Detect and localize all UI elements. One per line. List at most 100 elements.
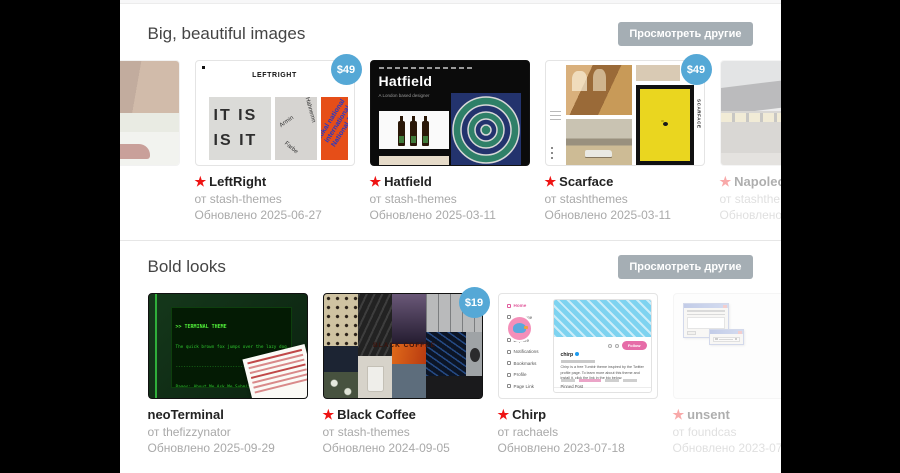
window-photo	[119, 113, 179, 165]
top-divider-strip	[119, 0, 781, 4]
star-icon: ★	[322, 407, 335, 422]
star-icon: ★	[672, 407, 685, 422]
theme-title: neoTerminal	[147, 407, 224, 422]
theme-author: от stashthemes	[544, 192, 628, 206]
theme-title: ★ Black Coffee	[322, 407, 416, 422]
theme-updated: Обновлено 2023-07-18	[497, 441, 625, 455]
theme-thumbnail: LEFTRIGHT IT IS IS IT Armin Hahnemn Farb…	[194, 60, 355, 166]
interior-photo	[119, 61, 179, 113]
profile-meta-row	[560, 379, 646, 382]
interior-photo	[565, 65, 632, 115]
theme-thumbnail: BLACK COFFEE	[322, 293, 483, 399]
theme-meta: ★ Hatfield от stash-themes Обновлено 2025…	[370, 174, 530, 222]
glass-tile	[357, 356, 392, 398]
preview-sidebar-menu: Home Message Submit Explore Notification…	[499, 300, 551, 392]
rotated-words-panel: Armin Hahnemn Farbe	[274, 97, 317, 160]
theme-card-hatfield[interactable]: Hatfield A London based designer ★ Hatfi…	[369, 60, 530, 222]
section-title: Big, beautiful images	[147, 24, 306, 43]
theme-author: от stash-themes	[322, 425, 410, 439]
preview-nav-links	[378, 67, 475, 69]
theme-author: от stashthem	[719, 192, 781, 206]
theme-meta: ★Napoleon от stashthem Обновлено 2	[720, 174, 781, 222]
follow-button: Follow	[621, 341, 647, 350]
partial-photo	[378, 156, 449, 165]
ground	[720, 152, 781, 165]
menu-item-page-link: Page Link	[506, 381, 551, 393]
dark-tile	[425, 376, 482, 398]
theme-card-partial-left[interactable]	[119, 60, 180, 222]
tiny-text-lines	[549, 111, 561, 123]
mouse-tile	[465, 332, 482, 376]
dot-mark	[201, 66, 205, 69]
theme-updated: Обновлено 2025-03-11	[369, 208, 496, 222]
star-icon: ★	[194, 174, 207, 189]
link-icon	[506, 384, 511, 389]
price-badge: $19	[458, 287, 490, 318]
house-roof	[720, 66, 781, 117]
theme-title: ★ Scarface	[544, 174, 614, 189]
view-more-button[interactable]: Просмотреть другие	[618, 255, 753, 279]
theme-title: ★ unsent	[672, 407, 730, 422]
theme-title: ★ LeftRight	[194, 174, 267, 189]
bird-illustration	[512, 323, 528, 333]
dialog-titlebar	[709, 330, 743, 334]
theme-meta: ★ LeftRight от stash-themes Обновлено 202…	[195, 174, 355, 222]
pinned-post-label: Pinned Post	[560, 384, 584, 389]
beetles-art-tile	[323, 294, 358, 346]
theme-card-unsent[interactable]: ★unsent от foundcas Обновлено 2023-07-18	[672, 293, 781, 455]
theme-thumbnail: Hatfield A London based designer	[369, 60, 530, 166]
theme-card-scarface[interactable]: $49 SCARFACE ★ Scarface от stashthemes О…	[544, 54, 712, 222]
dialog-textarea	[686, 317, 725, 329]
theme-meta: ★ Black Coffee от stash-themes Обновлено …	[323, 407, 483, 455]
carousel-bold-looks[interactable]: >> TERMINAL THEME The quick brown fox ju…	[120, 285, 781, 455]
theme-author: от rachaels	[497, 425, 559, 439]
theme-card-black-coffee[interactable]: $19 BLACK COFFEE ★ Black Coffee от stash…	[322, 287, 490, 455]
red-couch-shape	[119, 144, 151, 159]
denim-tile	[391, 364, 426, 398]
screen: Big, beautiful images Просмотреть другие…	[0, 0, 900, 473]
dialog-titlebar	[683, 304, 728, 308]
section-header-bold-looks: Bold looks Просмотреть другие	[120, 255, 781, 279]
section-divider	[119, 240, 781, 241]
star-icon: ★	[719, 174, 732, 189]
preview-masthead: LEFTRIGHT	[252, 72, 297, 79]
preview-panels: IT IS IS IT Armin Hahnemn Farbe lokal na…	[208, 97, 348, 160]
retro-player-window	[708, 329, 744, 345]
theme-card-leftright[interactable]: $49 LEFTRIGHT IT IS IS IT Armin Hahnemn	[194, 54, 362, 222]
preview-site-title: Hatfield	[378, 73, 433, 89]
price-badge: $49	[330, 54, 362, 85]
theme-card-chirp[interactable]: Home Message Submit Explore Notification…	[497, 293, 658, 455]
profile-handle-bar	[560, 360, 595, 363]
theme-garden-page: Big, beautiful images Просмотреть другие…	[119, 0, 781, 473]
theme-thumbnail: SCARFACE	[544, 60, 705, 166]
theme-meta: ★ Scarface от stashthemes Обновлено 2025-…	[545, 174, 705, 222]
theme-thumbnail	[119, 60, 180, 166]
home-icon	[506, 303, 511, 308]
person-icon	[506, 372, 511, 377]
preview-site-subtitle: A London based designer	[378, 93, 430, 98]
dialog-send-button	[686, 331, 696, 335]
menu-item-notifications: Notifications	[506, 346, 551, 358]
desert-car-photo	[565, 119, 632, 165]
blue-skull-tile	[425, 332, 466, 376]
theme-card-neoterminal[interactable]: >> TERMINAL THEME The quick brown fox ju…	[147, 293, 308, 455]
star-icon: ★	[369, 174, 382, 189]
carousel-big-beautiful-images[interactable]: $49 LEFTRIGHT IT IS IS IT Armin Hahnemn	[119, 52, 781, 222]
tiny-dots	[550, 147, 553, 161]
theme-card-napoleon[interactable]: ★Napoleon от stashthem Обновлено 2	[719, 60, 781, 222]
profile-actions: Follow	[607, 341, 647, 350]
section-header-big-beautiful-images: Big, beautiful images Просмотреть другие	[120, 22, 781, 46]
price-badge: $49	[680, 54, 712, 85]
verified-badge-icon	[575, 352, 580, 356]
mail-icon	[614, 343, 619, 348]
carousel-track: $49 LEFTRIGHT IT IS IS IT Armin Hahnemn	[119, 54, 781, 222]
house-wall	[720, 110, 781, 153]
theme-updated: Обновлено 2	[719, 208, 781, 222]
typography-panel: IT IS IS IT	[208, 97, 271, 160]
menu-item-bookmarks: Bookmarks	[506, 358, 551, 370]
bookmark-icon	[506, 361, 511, 366]
theme-title: ★Napoleon	[719, 174, 781, 189]
view-more-button[interactable]: Просмотреть другие	[618, 22, 753, 46]
theme-thumbnail: Home Message Submit Explore Notification…	[497, 293, 658, 399]
carousel-track: >> TERMINAL THEME The quick brown fox ju…	[147, 287, 781, 455]
